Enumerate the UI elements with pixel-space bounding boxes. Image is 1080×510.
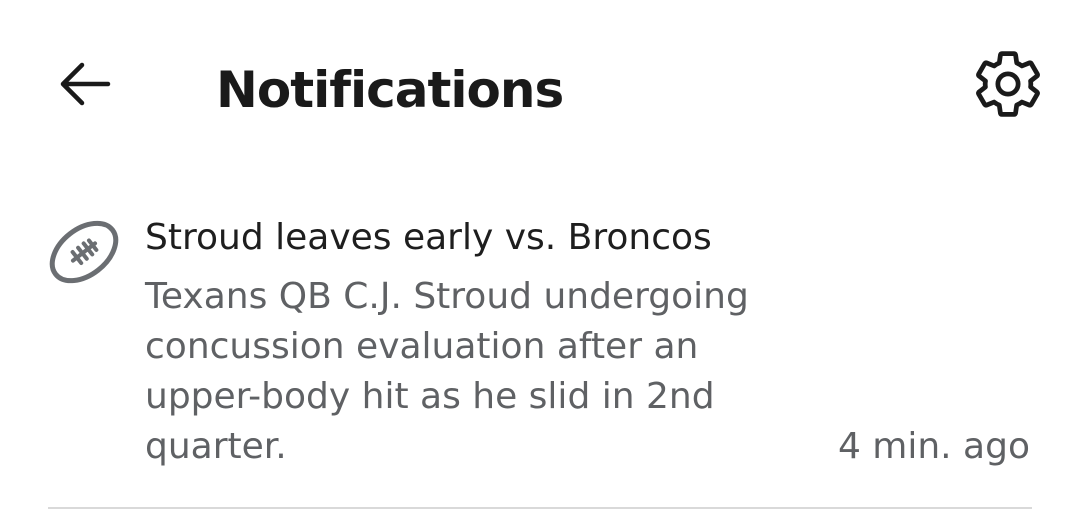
settings-button[interactable] (966, 44, 1050, 124)
header-bar: Notifications (0, 0, 1080, 180)
back-button[interactable] (52, 54, 116, 114)
football-icon (49, 220, 119, 284)
notification-body: Texans QB C.J. Stroud undergoing concuss… (145, 276, 749, 467)
gear-icon (976, 51, 1040, 117)
divider (48, 507, 1032, 509)
notification-item[interactable]: Stroud leaves early vs. Broncos Texans Q… (0, 200, 1080, 510)
arrow-left-icon (60, 62, 111, 106)
page-title: Notifications (216, 61, 564, 119)
notification-timestamp: 4 min. ago (837, 426, 1030, 467)
notification-title: Stroud leaves early vs. Broncos (145, 217, 712, 258)
